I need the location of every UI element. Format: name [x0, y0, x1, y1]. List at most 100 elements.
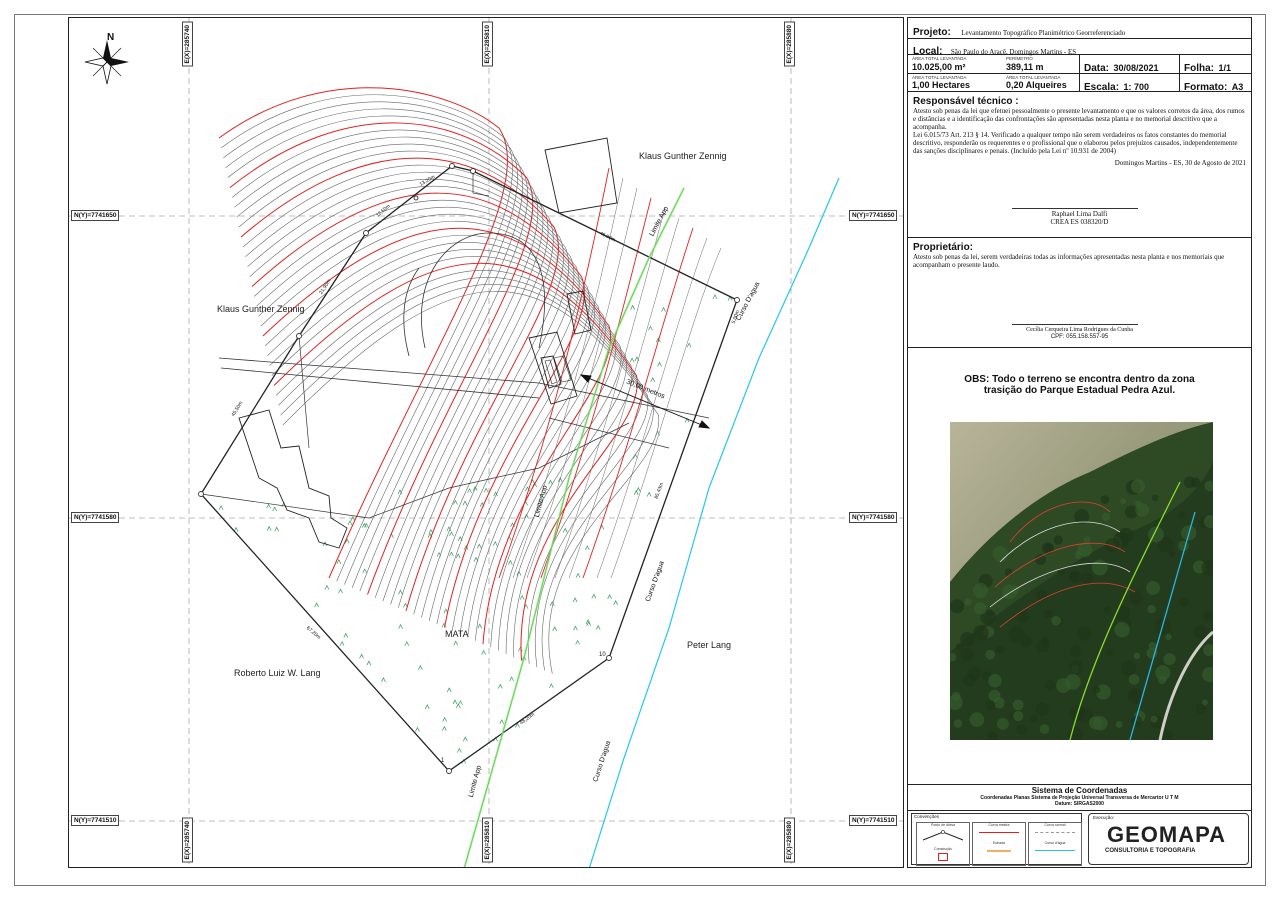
area-perimeter-cell: ÁREA TOTAL LEVANTADA 10.025,00 m² PERÍME…: [908, 55, 1080, 74]
vegetation-mark: [347, 520, 353, 526]
formato-cell: Formato: A3: [1180, 74, 1251, 93]
vegetation-mark: [552, 626, 558, 632]
vegetation-mark: [266, 525, 272, 531]
vegetation-mark: [314, 602, 319, 608]
boundary-symbol-icon: [922, 830, 964, 841]
vertex-number: 10: [599, 652, 606, 658]
vegetation-mark: [586, 621, 591, 627]
contour-line: [280, 284, 654, 671]
contour-line: [251, 192, 585, 628]
map-area[interactable]: N N(Y)=7741650 N(Y)=7741650 N(Y)=7741580…: [68, 17, 904, 868]
tree-canopy-mark: [1035, 702, 1049, 716]
vegetation-mark: [343, 632, 349, 638]
contour-line: [526, 187, 638, 579]
vegetation-mark: [633, 490, 639, 495]
contour-line: [271, 256, 633, 658]
legend-cell-1: Ponto de divisa Construção: [916, 822, 970, 866]
local-row: Local: São Paulo do Aracê, Domingos Mart…: [908, 39, 1251, 57]
vegetation-mark: [324, 584, 330, 590]
vegetation-mark: [499, 719, 505, 725]
folha-label: Folha:: [1184, 63, 1214, 74]
contour-line: [253, 200, 590, 631]
tree-canopy-mark: [973, 624, 989, 641]
obs-section: OBS: Todo o terreno se encontra dentro d…: [908, 348, 1251, 785]
tree-canopy-mark: [992, 546, 1008, 562]
construction-symbol-icon: [938, 853, 948, 861]
tree-canopy-mark: [1039, 724, 1050, 734]
coordinate-grid: [69, 18, 903, 867]
vegetation-mark: [398, 589, 403, 595]
contour-line: [258, 213, 601, 638]
tree-canopy-mark: [1193, 624, 1208, 640]
tree-canopy-mark: [1133, 652, 1141, 660]
vegetation-mark: [453, 640, 459, 646]
signature-line: [1012, 208, 1138, 209]
vegetation-mark: [366, 660, 372, 666]
title-block-panel: Projeto: Levantamento Topográfico Planim…: [907, 17, 1252, 868]
area-units-cell: ÁREA TOTAL LEVANTADA 1,00 Hectares ÁREA …: [908, 74, 1080, 92]
vegetation-mark: [548, 683, 554, 689]
tree-canopy-mark: [1012, 699, 1024, 711]
tree-canopy-mark: [1178, 511, 1186, 519]
tree-canopy-mark: [1092, 686, 1101, 694]
proprietario-section: Proprietário: Atesto sob penas da lei, s…: [908, 238, 1251, 348]
vegetation-mark: [607, 594, 612, 600]
vegetation-mark: [519, 594, 525, 600]
vegetation-mark: [424, 704, 430, 710]
contour-line: [243, 164, 564, 615]
vegetation-mark: [458, 700, 463, 706]
tree-canopy-mark: [1068, 571, 1079, 582]
vegetation-mark: [266, 503, 271, 509]
tree-canopy-mark: [1147, 605, 1156, 614]
vegetation-mark: [549, 601, 555, 606]
formato-value: A3: [1231, 82, 1244, 92]
proprietario-heading: Proprietário:: [913, 242, 974, 253]
contour-line: [596, 237, 708, 579]
vegetation-mark: [548, 479, 553, 485]
tree-canopy-mark: [1008, 626, 1025, 643]
tree-canopy-mark: [1100, 495, 1110, 504]
tree-canopy-mark: [1030, 714, 1039, 723]
tree-canopy-mark: [1134, 500, 1142, 507]
tree-canopy-mark: [1083, 536, 1091, 544]
vegetation-mark: [442, 716, 447, 722]
tree-canopy-mark: [963, 674, 976, 687]
topographic-map: [69, 18, 903, 867]
legend-cell-3: Curva normal Curso d'água: [1028, 822, 1082, 866]
tree-canopy-mark: [960, 631, 975, 647]
owner-roberto: Roberto Luiz W. Lang: [234, 668, 321, 678]
master-contour-symbol: [979, 832, 1019, 833]
vegetation-mark: [646, 491, 652, 497]
vegetation-mark: [462, 736, 468, 742]
tree-canopy-mark: [1163, 653, 1176, 666]
area-m2: 10.025,00 m²: [912, 62, 966, 72]
responsavel-text1: Atesto sob penas da lei que efetuei pess…: [913, 107, 1245, 131]
interior-lines: [200, 171, 630, 519]
tree-canopy-mark: [1155, 665, 1171, 681]
tree-canopy-mark: [1103, 606, 1112, 614]
vegetation-mark: [446, 687, 452, 693]
area-alqueires: 0,20 Alqueires: [1006, 80, 1067, 90]
vegetation-mark: [476, 543, 482, 549]
vegetation-mark: [562, 527, 568, 533]
contour-line: [232, 129, 539, 598]
tree-canopy-mark: [1069, 660, 1084, 675]
vegetation-mark: [381, 677, 386, 683]
tree-canopy-mark: [1201, 699, 1208, 706]
aerial-image[interactable]: [950, 422, 1213, 740]
sistema-heading: Sistema de Coordenadas: [1031, 786, 1128, 795]
tree-canopy-mark: [953, 719, 963, 728]
tree-canopy-mark: [1013, 710, 1024, 722]
vertex-number: 1: [441, 758, 445, 764]
tree-canopy-mark: [1168, 550, 1176, 558]
tree-canopy-mark: [1056, 678, 1071, 693]
tree-canopy-mark: [1101, 512, 1111, 522]
tree-canopy-mark: [1129, 689, 1138, 697]
tree-canopy-mark: [1088, 716, 1103, 730]
contour-line: [610, 247, 722, 579]
area-label: ÁREA TOTAL LEVANTADA: [912, 56, 967, 61]
owner-peter: Peter Lang: [687, 640, 732, 650]
contour-line: [218, 87, 508, 579]
tree-canopy-mark: [950, 599, 965, 614]
proprietario-cpf: CPF: 055.158.557-95: [1050, 334, 1109, 340]
